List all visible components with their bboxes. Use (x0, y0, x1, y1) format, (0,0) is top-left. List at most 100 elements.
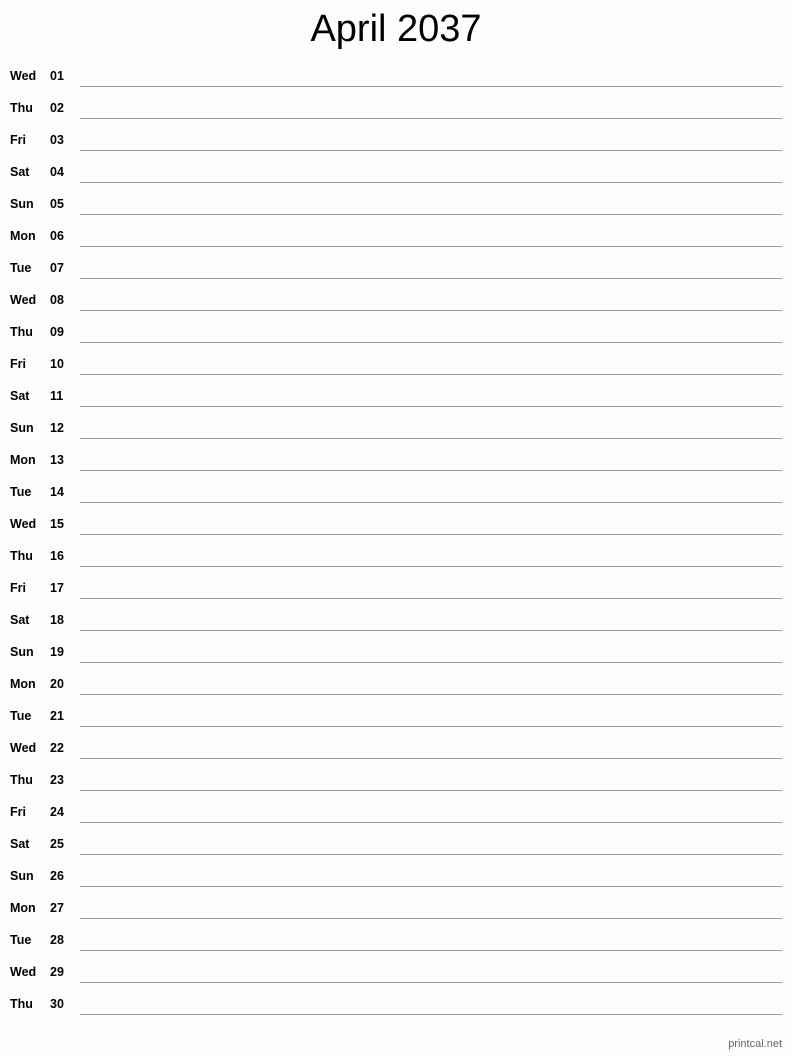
day-row: Mon 20 (0, 668, 792, 700)
writing-line (80, 150, 782, 151)
day-of-week: Fri (10, 357, 26, 371)
writing-line (80, 86, 782, 87)
writing-line (80, 278, 782, 279)
day-number: 20 (50, 677, 64, 691)
day-row: Tue 21 (0, 700, 792, 732)
day-row: Sun 05 (0, 188, 792, 220)
writing-line (80, 214, 782, 215)
day-number: 01 (50, 69, 64, 83)
day-row: Wed 22 (0, 732, 792, 764)
day-number: 24 (50, 805, 64, 819)
writing-line (80, 854, 782, 855)
day-row: Thu 16 (0, 540, 792, 572)
day-of-week: Wed (10, 741, 37, 755)
writing-line (80, 758, 782, 759)
day-of-week: Tue (10, 709, 32, 723)
day-number: 14 (50, 485, 64, 499)
day-of-week: Tue (10, 933, 32, 947)
writing-line (80, 694, 782, 695)
day-row: Sat 11 (0, 380, 792, 412)
writing-line (80, 1014, 782, 1015)
day-number: 08 (50, 293, 64, 307)
writing-line (80, 310, 782, 311)
day-row: Wed 29 (0, 956, 792, 988)
writing-line (80, 598, 782, 599)
day-of-week: Mon (10, 677, 36, 691)
day-number: 17 (50, 581, 64, 595)
writing-line (80, 790, 782, 791)
day-of-week: Thu (10, 997, 33, 1011)
day-of-week: Sat (10, 837, 30, 851)
writing-line (80, 662, 782, 663)
day-row: Sun 26 (0, 860, 792, 892)
day-number: 19 (50, 645, 64, 659)
day-of-week: Fri (10, 805, 26, 819)
day-row: Tue 14 (0, 476, 792, 508)
day-row: Wed 01 (0, 60, 792, 92)
day-number: 13 (50, 453, 64, 467)
day-number: 15 (50, 517, 64, 531)
day-of-week: Wed (10, 517, 37, 531)
writing-line (80, 502, 782, 503)
day-of-week: Thu (10, 325, 33, 339)
day-number: 29 (50, 965, 64, 979)
writing-line (80, 342, 782, 343)
day-row: Tue 28 (0, 924, 792, 956)
day-row: Thu 09 (0, 316, 792, 348)
day-row: Mon 06 (0, 220, 792, 252)
day-number: 28 (50, 933, 64, 947)
day-row: Sat 25 (0, 828, 792, 860)
writing-line (80, 822, 782, 823)
day-of-week: Sun (10, 197, 34, 211)
day-row: Wed 15 (0, 508, 792, 540)
day-row: Fri 24 (0, 796, 792, 828)
day-number: 16 (50, 549, 64, 563)
day-of-week: Mon (10, 453, 36, 467)
footer-credit: printcal.net (728, 1038, 782, 1050)
day-row: Thu 23 (0, 764, 792, 796)
writing-line (80, 406, 782, 407)
day-row: Wed 08 (0, 284, 792, 316)
day-number: 04 (50, 165, 64, 179)
writing-line (80, 950, 782, 951)
writing-line (80, 438, 782, 439)
day-row: Fri 17 (0, 572, 792, 604)
day-row: Thu 30 (0, 988, 792, 1020)
day-of-week: Wed (10, 69, 37, 83)
writing-line (80, 118, 782, 119)
day-number: 11 (50, 389, 64, 403)
writing-line (80, 630, 782, 631)
day-of-week: Sun (10, 869, 34, 883)
day-row: Mon 27 (0, 892, 792, 924)
day-of-week: Mon (10, 229, 36, 243)
day-of-week: Sat (10, 389, 30, 403)
day-number: 30 (50, 997, 64, 1011)
day-of-week: Sun (10, 645, 34, 659)
day-row: Fri 10 (0, 348, 792, 380)
day-number: 23 (50, 773, 64, 787)
day-of-week: Thu (10, 549, 33, 563)
day-row: Sun 12 (0, 412, 792, 444)
day-number: 12 (50, 421, 64, 435)
day-row: Tue 07 (0, 252, 792, 284)
day-number: 21 (50, 709, 64, 723)
writing-line (80, 726, 782, 727)
day-row: Mon 13 (0, 444, 792, 476)
day-of-week: Sat (10, 165, 30, 179)
day-number: 18 (50, 613, 64, 627)
day-number: 27 (50, 901, 64, 915)
writing-line (80, 374, 782, 375)
day-number: 03 (50, 133, 64, 147)
day-of-week: Tue (10, 485, 32, 499)
day-of-week: Fri (10, 581, 26, 595)
writing-line (80, 918, 782, 919)
day-of-week: Fri (10, 133, 26, 147)
writing-line (80, 534, 782, 535)
day-number: 05 (50, 197, 64, 211)
day-of-week: Wed (10, 293, 37, 307)
day-list: Wed 01 Thu 02 Fri 03 Sat 04 Sun 05 Mon 06 Tue 07 Wed 08… (0, 60, 792, 1020)
writing-line (80, 982, 782, 983)
day-number: 02 (50, 101, 64, 115)
day-row: Sat 18 (0, 604, 792, 636)
day-of-week: Sat (10, 613, 30, 627)
